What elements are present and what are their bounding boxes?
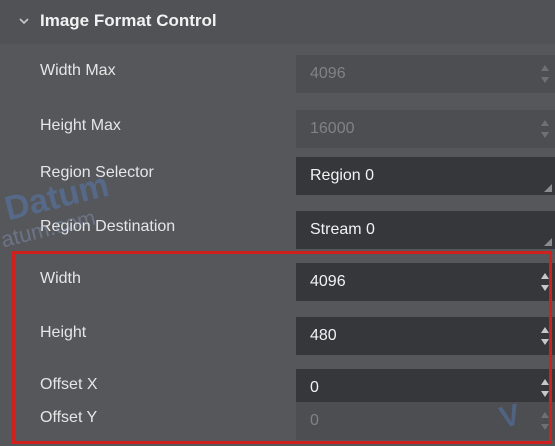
properties-panel: Image Format Control Width Max 4096 Heig… (0, 0, 555, 446)
property-row-width: Width 4096 (0, 252, 555, 309)
spinner-arrows-icon (541, 412, 549, 430)
spinner-arrows-icon[interactable] (540, 323, 550, 349)
offset-y-spinbox: 0 (296, 402, 555, 440)
region-selector-dropdown[interactable]: Region 0 (296, 157, 555, 195)
field-value: 0 (310, 412, 319, 429)
section-header-image-format-control[interactable]: Image Format Control (0, 0, 555, 44)
region-destination-dropdown[interactable]: Stream 0 (296, 211, 555, 249)
section-title: Image Format Control (40, 11, 217, 30)
property-row-offset-y: Offset Y 0 (0, 391, 555, 446)
property-label: Width Max (40, 62, 116, 79)
chevron-down-icon[interactable] (17, 14, 31, 28)
dropdown-corner-icon (544, 238, 552, 246)
field-value: Stream 0 (310, 221, 375, 238)
property-label: Height Max (40, 117, 121, 134)
height-spinbox[interactable]: 480 (296, 317, 555, 355)
field-value: 4096 (310, 273, 346, 290)
field-value: 16000 (310, 120, 355, 137)
field-value: 4096 (310, 65, 346, 82)
property-label: Region Destination (40, 218, 176, 235)
spinner-arrows-icon (541, 65, 549, 83)
property-label: Region Selector (40, 164, 154, 181)
spinner-arrows-icon (541, 120, 549, 138)
field-value: 480 (310, 327, 337, 344)
spinner-arrows-icon[interactable] (540, 269, 550, 295)
property-row-region-destination: Region Destination Stream 0 (0, 200, 555, 257)
property-row-width-max: Width Max 4096 (0, 44, 555, 101)
property-label: Width (40, 270, 81, 287)
dropdown-corner-icon (544, 184, 552, 192)
property-row-region-selector: Region Selector Region 0 (0, 146, 555, 203)
property-label: Offset Y (40, 409, 98, 426)
field-value: Region 0 (310, 167, 375, 184)
width-max-field: 4096 (296, 55, 555, 93)
property-row-height: Height 480 (0, 306, 555, 363)
width-spinbox[interactable]: 4096 (296, 263, 555, 301)
property-label: Height (40, 324, 87, 341)
height-max-field: 16000 (296, 110, 555, 148)
